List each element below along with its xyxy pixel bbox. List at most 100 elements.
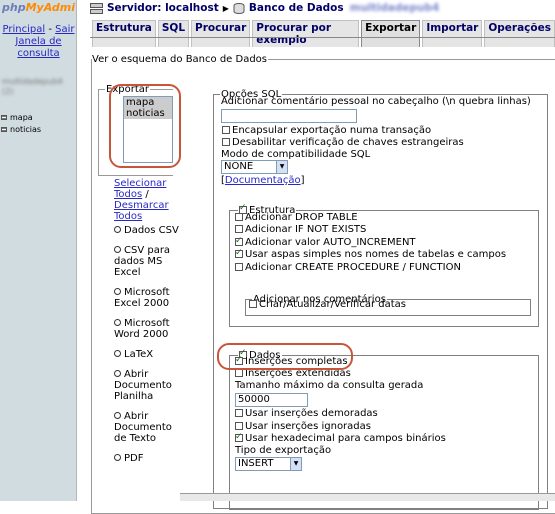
sidebar-table-mapa[interactable]: mapa [1,113,33,122]
format-label: Dados CSV [124,225,179,236]
format-excel-2000[interactable]: Microsoft Excel 2000 [114,287,180,309]
logo-text-myadmin: MyAdmi [25,1,75,14]
export-format-column: Selecionar Todos / Desmarcar Todos Dados… [114,178,180,464]
aspas-option[interactable]: Usar aspas simples nos nomes de tabelas … [235,247,507,261]
checkbox-icon[interactable] [235,235,243,247]
compat-select[interactable]: NONE ▼ [221,160,288,174]
radio-button-icon[interactable] [114,370,121,377]
format-latex[interactable]: LaTeX [114,349,180,360]
checkbox-icon[interactable] [235,369,243,377]
table-icon [1,115,7,120]
tab-importar[interactable]: Importar [422,20,483,47]
checkbox-icon[interactable] [235,422,243,430]
database-icon [233,2,245,14]
criar-datas-option[interactable]: Criar/Atualizar/Verificar datas [249,299,406,311]
logo-text-php: php [2,1,26,14]
breadcrumb-database-name[interactable]: multidadepub4 [350,2,440,14]
radio-button-icon[interactable] [114,319,121,326]
checkbox-icon[interactable] [235,225,243,233]
option-label: Criar/Atualizar/Verificar datas [259,299,407,310]
tab-divider [90,37,555,38]
radio-button-icon[interactable] [114,350,121,357]
breadcrumb-server[interactable]: Servidor: localhost [107,2,219,14]
option-label: Desabilitar verificação de chaves estran… [232,137,464,148]
tab-bar: Estrutura SQL Procurar Procurar por exem… [92,20,555,47]
sidebar-table-noticias[interactable]: noticias [1,125,41,134]
select-all-link[interactable]: Selecionar Todos [114,178,166,200]
phpmyadmin-logo[interactable]: phpMyAdmi [2,1,75,14]
format-word-2000[interactable]: Microsoft Word 2000 [114,318,180,340]
format-label: PDF [124,453,144,464]
tipo-exportacao-label: Tipo de exportação [235,445,332,456]
option-label: Adicionar valor AUTO_INCREMENT [245,237,416,248]
breadcrumb-database[interactable]: Banco de Dados [249,2,344,14]
breadcrumb-arrow-icon: ▶ [222,3,229,13]
radio-button-icon[interactable] [114,246,121,253]
breadcrumb: Servidor: localhost ▶ Banco de Dados mul… [90,2,439,14]
checkbox-icon[interactable] [235,247,243,259]
documentacao-link[interactable]: Documentação [225,175,301,186]
create-procedure-option[interactable]: Adicionar CREATE PROCEDURE / FUNCTION [235,262,461,274]
format-label: LaTeX [124,349,154,360]
sair-link[interactable]: Sair [55,24,74,35]
janela-consulta-link-line2[interactable]: consulta [17,48,59,59]
option-label: Adicionar DROP TABLE [245,212,358,223]
doc-bracket-close: ] [300,175,305,186]
tab-exportar[interactable]: Exportar [361,20,421,47]
checkbox-icon[interactable] [249,300,257,308]
format-odt[interactable]: Abrir Documento de Texto [114,411,180,444]
checkbox-icon[interactable] [222,126,230,134]
option-label: Usar inserções demoradas [245,408,378,419]
tipo-value: INSERT [238,458,274,469]
select-separator: / [142,189,149,200]
option-label: Encapsular exportação numa transação [232,125,432,136]
option-label: Adicionar IF NOT EXISTS [245,224,367,235]
principal-link[interactable]: Principal [3,24,46,35]
if-not-exists-option[interactable]: Adicionar IF NOT EXISTS [235,224,366,236]
link-separator: - [45,24,56,35]
tab-procurar-por-exemplo[interactable]: Procurar por exemplo [252,20,360,47]
sidebar-table-label: mapa [10,113,33,122]
format-ods[interactable]: Abrir Documento Planilha [114,369,180,402]
radio-button-icon[interactable] [114,226,121,233]
radio-button-icon[interactable] [114,288,121,295]
desabilitar-option[interactable]: Desabilitar verificação de chaves estran… [222,137,464,149]
comment-input[interactable] [221,109,357,123]
tab-operacoes[interactable]: Operações [484,20,555,47]
option-label: Usar aspas simples nos nomes de tabelas … [245,249,507,260]
format-pdf[interactable]: PDF [114,453,180,464]
radio-button-icon[interactable] [114,454,121,461]
tipo-exportacao-select[interactable]: INSERT ▼ [235,457,302,471]
checkbox-icon[interactable] [235,213,243,221]
option-label: Usar hexadecimal para campos binários [245,433,446,444]
bottom-scrollbar[interactable] [180,493,555,501]
max-query-input[interactable]: 50000 [235,393,308,407]
insercoes-ignoradas-option[interactable]: Usar inserções ignoradas [235,421,371,433]
drop-table-option[interactable]: Adicionar DROP TABLE [235,212,358,224]
database-count: (2) [2,87,14,96]
database-name[interactable]: multidadepub4 (2) [2,77,64,97]
hexadecimal-option[interactable]: Usar hexadecimal para campos binários [235,431,446,445]
checkbox-icon[interactable] [222,138,230,146]
checkbox-icon[interactable] [235,431,243,443]
tab-estrutura[interactable]: Estrutura [92,20,156,47]
format-csv-excel[interactable]: CSV para dados MS Excel [114,245,180,278]
tab-procurar[interactable]: Procurar [191,20,251,47]
chevron-down-icon: ▼ [290,458,301,470]
insercoes-demoradas-option[interactable]: Usar inserções demoradas [235,408,378,420]
deselect-all-link[interactable]: Desmarcar Todos [114,200,169,222]
format-label: Microsoft Word 2000 [114,318,170,340]
sidebar-table-label: noticias [10,125,42,134]
navigation-frame: phpMyAdmi Principal - Sair Janela de con… [0,0,77,501]
checkbox-icon[interactable] [235,263,243,271]
max-query-label: Tamanho máximo da consulta gerada [235,380,424,391]
left-links: Principal - Sair Janela de consulta [0,24,77,60]
janela-consulta-link-line1[interactable]: Janela de [15,36,61,47]
radio-button-icon[interactable] [114,412,121,419]
option-label: Adicionar CREATE PROCEDURE / FUNCTION [245,262,461,273]
encapsular-option[interactable]: Encapsular exportação numa transação [222,125,431,137]
tab-sql[interactable]: SQL [157,20,190,47]
format-csv[interactable]: Dados CSV [114,225,180,236]
checkbox-icon[interactable] [235,409,243,417]
auto-increment-option[interactable]: Adicionar valor AUTO_INCREMENT [235,235,416,249]
